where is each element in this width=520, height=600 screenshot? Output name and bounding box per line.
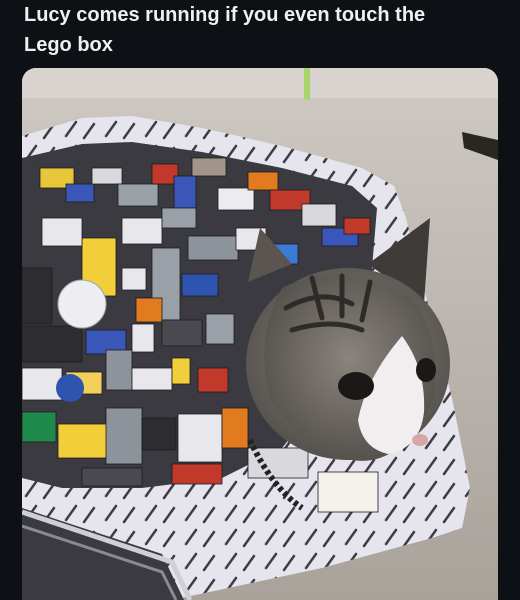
post-photo[interactable] <box>22 68 498 600</box>
photo-icon <box>22 68 498 600</box>
post-caption: Lucy comes running if you even touch the… <box>24 4 426 56</box>
